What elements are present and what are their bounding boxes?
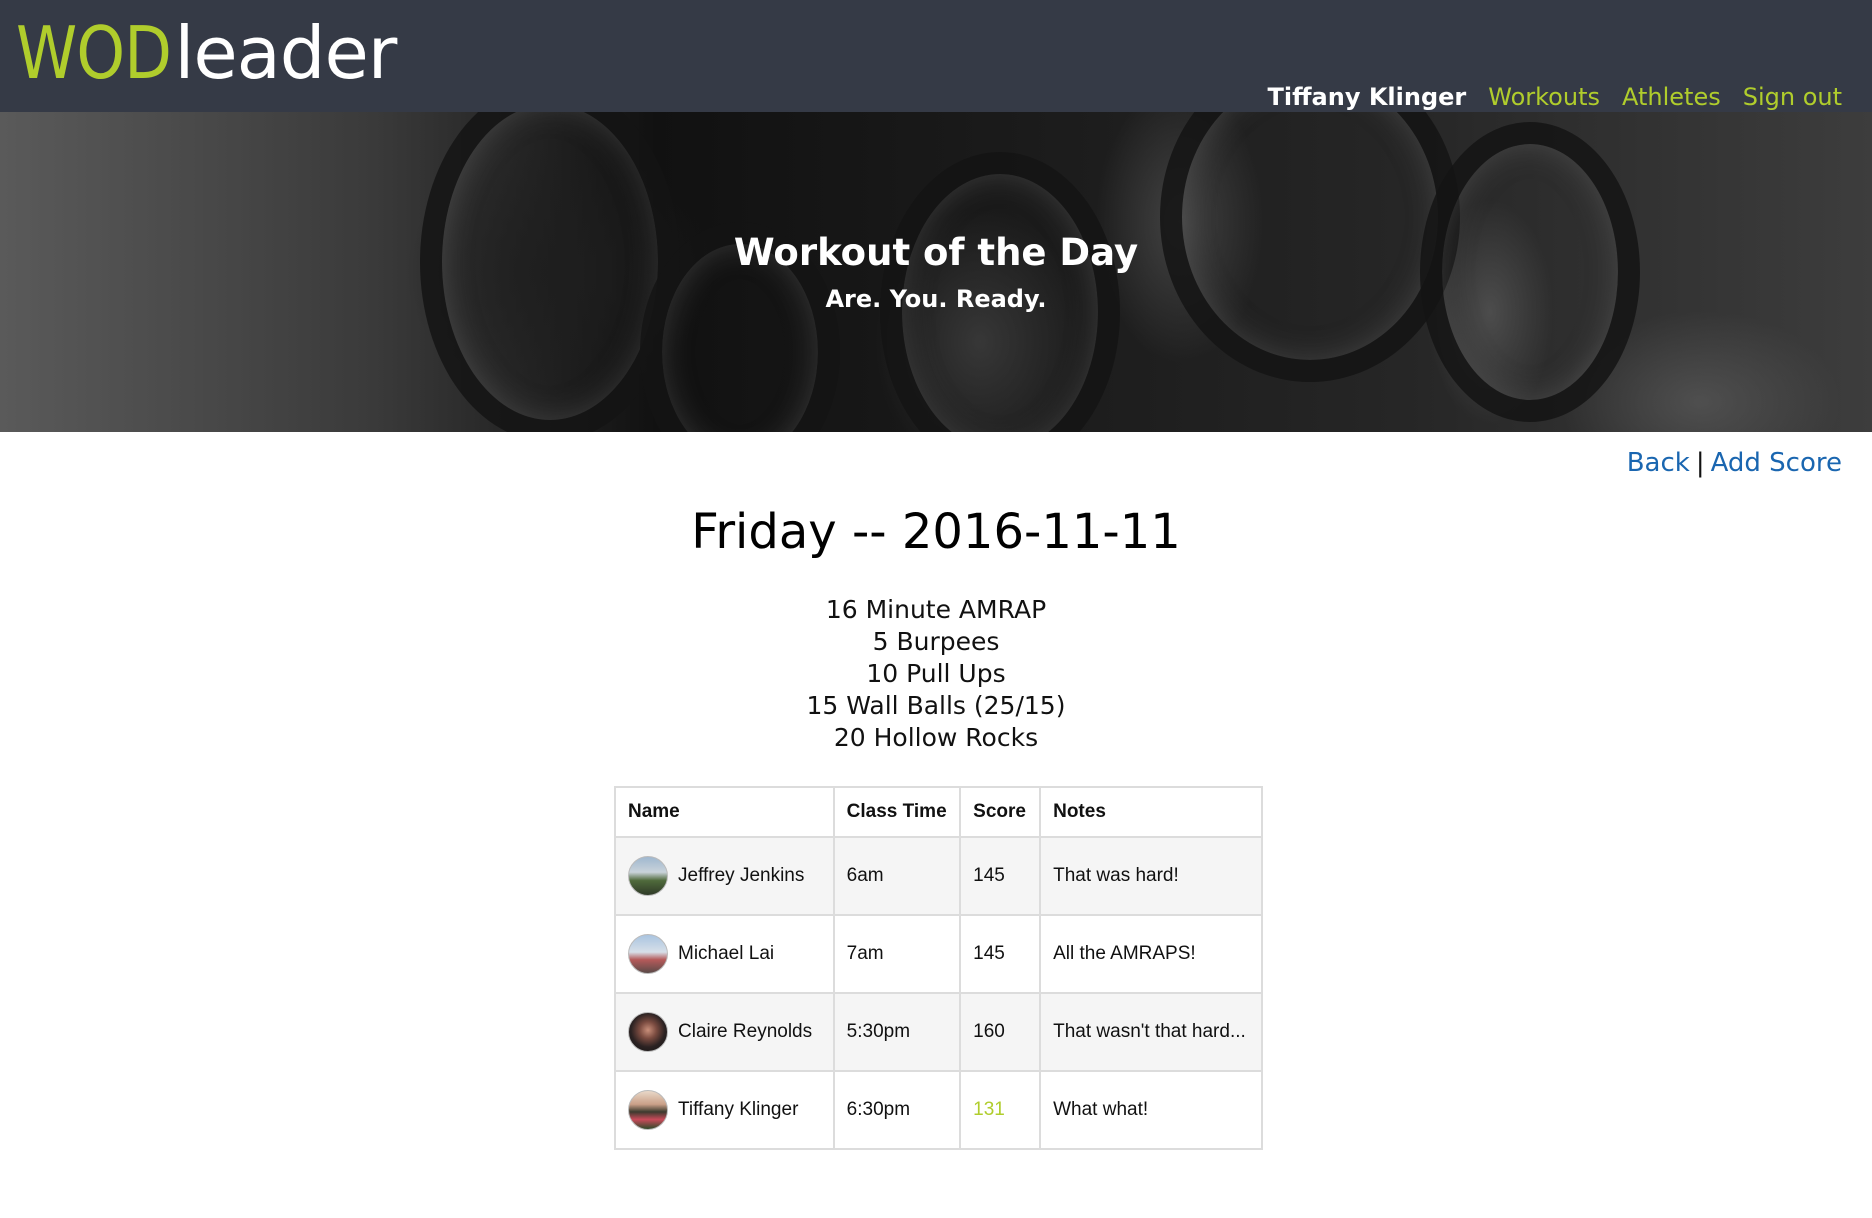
- actions-separator: |: [1695, 448, 1705, 478]
- athlete-cell: Tiffany Klinger: [628, 1090, 821, 1130]
- athlete-cell: Jeffrey Jenkins: [628, 856, 821, 896]
- scores-table: Name Class Time Score Notes Jeffrey Jenk…: [614, 786, 1263, 1150]
- score-cell-current-user: 131: [959, 1070, 1042, 1150]
- athlete-name[interactable]: Jeffrey Jenkins: [678, 865, 804, 887]
- athlete-name[interactable]: Claire Reynolds: [678, 1021, 812, 1043]
- name-cell: Jeffrey Jenkins: [614, 836, 835, 916]
- score-cell: 145: [959, 836, 1042, 916]
- workout-line: 20 Hollow Rocks: [833, 723, 1039, 752]
- user-nav: Tiffany Klinger Workouts Athletes Sign o…: [1268, 82, 1843, 112]
- score-cell: 145: [959, 914, 1042, 994]
- notes-cell: What what!: [1039, 1070, 1263, 1150]
- nav-link-workouts[interactable]: Workouts: [1488, 82, 1600, 112]
- top-navbar: WOD leader Tiffany Klinger Workouts Athl…: [0, 0, 1872, 112]
- class-time-cell: 5:30pm: [832, 992, 962, 1072]
- workout-description: 16 Minute AMRAP 5 Burpees 10 Pull Ups 15…: [0, 594, 1872, 754]
- table-row: Tiffany Klinger 6:30pm 131 What what!: [614, 1070, 1263, 1150]
- workout-line: 5 Burpees: [872, 627, 1000, 656]
- athlete-avatar-icon[interactable]: [628, 1012, 668, 1052]
- column-header-class-time: Class Time: [832, 786, 962, 838]
- logo-wod: WOD: [16, 11, 172, 95]
- athlete-avatar-icon[interactable]: [628, 856, 668, 896]
- name-cell: Tiffany Klinger: [614, 1070, 835, 1150]
- column-header-name: Name: [614, 786, 835, 838]
- column-header-score: Score: [959, 786, 1042, 838]
- back-link[interactable]: Back: [1627, 448, 1690, 478]
- add-score-link[interactable]: Add Score: [1711, 448, 1842, 478]
- hero-subtitle: Are. You. Ready.: [825, 285, 1047, 313]
- score-cell: 160: [959, 992, 1042, 1072]
- table-header-row: Name Class Time Score Notes: [614, 786, 1263, 838]
- hero-banner: Workout of the Day Are. You. Ready.: [0, 112, 1872, 432]
- class-time-cell: 6:30pm: [832, 1070, 962, 1150]
- table-row: Michael Lai 7am 145 All the AMRAPS!: [614, 914, 1263, 994]
- nav-link-sign-out[interactable]: Sign out: [1743, 82, 1842, 112]
- table-row: Claire Reynolds 5:30pm 160 That wasn't t…: [614, 992, 1263, 1072]
- notes-cell: That wasn't that hard...: [1039, 992, 1263, 1072]
- notes-cell: All the AMRAPS!: [1039, 914, 1263, 994]
- current-user-name: Tiffany Klinger: [1267, 83, 1467, 111]
- workout-line: 10 Pull Ups: [866, 659, 1006, 688]
- notes-cell: That was hard!: [1039, 836, 1263, 916]
- name-cell: Claire Reynolds: [614, 992, 835, 1072]
- athlete-cell: Claire Reynolds: [628, 1012, 821, 1052]
- athlete-name[interactable]: Michael Lai: [678, 943, 774, 965]
- column-header-notes: Notes: [1039, 786, 1263, 838]
- athlete-avatar-icon[interactable]: [628, 1090, 668, 1130]
- workout-date-heading: Friday -- 2016-11-11: [691, 504, 1181, 560]
- nav-link-athletes[interactable]: Athletes: [1622, 82, 1721, 112]
- hero-title: Workout of the Day: [733, 231, 1139, 274]
- athlete-avatar-icon[interactable]: [628, 934, 668, 974]
- class-time-cell: 7am: [832, 914, 962, 994]
- class-time-cell: 6am: [832, 836, 962, 916]
- name-cell: Michael Lai: [614, 914, 835, 994]
- app-logo[interactable]: WOD leader: [16, 6, 397, 96]
- logo-leader: leader: [174, 11, 397, 95]
- workout-line: 16 Minute AMRAP: [825, 595, 1047, 624]
- athlete-name[interactable]: Tiffany Klinger: [678, 1099, 798, 1121]
- athlete-cell: Michael Lai: [628, 934, 821, 974]
- table-row: Jeffrey Jenkins 6am 145 That was hard!: [614, 836, 1263, 916]
- workout-line: 15 Wall Balls (25/15): [806, 691, 1066, 720]
- workout-actions: Back | Add Score: [1627, 446, 1842, 480]
